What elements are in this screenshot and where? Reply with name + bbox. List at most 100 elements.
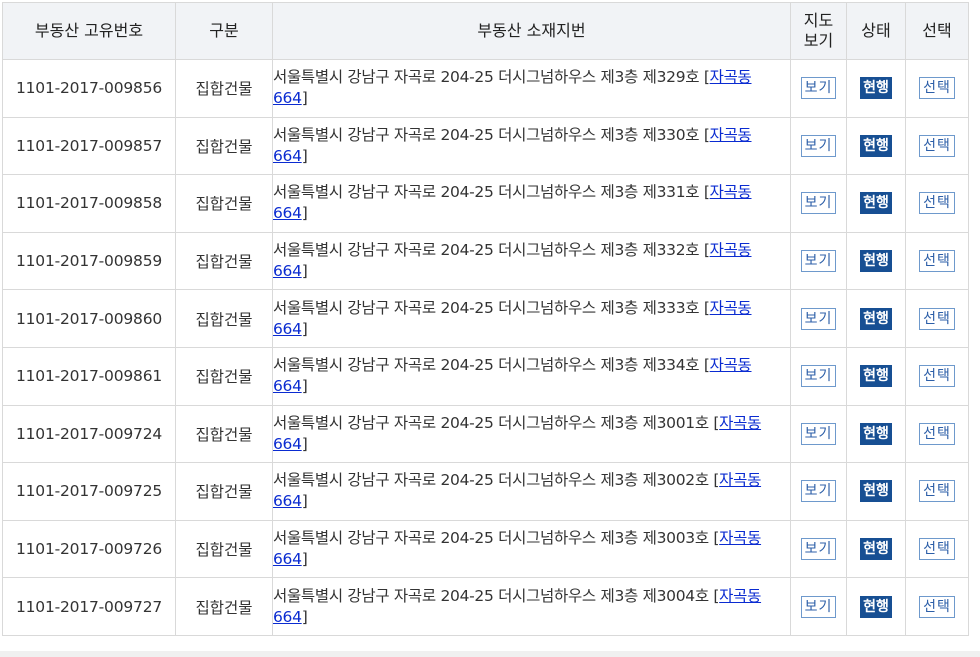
address-text: 서울특별시 강남구 자곡로 204-25 더시그넘하우스 제3층 제3003호 xyxy=(273,529,709,548)
header-kind: 구분 xyxy=(175,2,273,60)
map-view-cell: 보기 xyxy=(790,404,847,464)
map-view-cell: 보기 xyxy=(790,174,847,233)
select-button[interactable]: 선택 xyxy=(919,250,955,273)
select-cell: 선택 xyxy=(905,231,969,291)
map-view-button[interactable]: 보기 xyxy=(800,77,837,100)
status-badge: 현행 xyxy=(860,307,892,330)
jibun-link[interactable]: 664 xyxy=(273,262,302,280)
dong-link[interactable]: 자곡동 xyxy=(710,126,752,144)
select-button[interactable]: 선택 xyxy=(919,307,955,330)
header-select: 선택 xyxy=(905,2,969,60)
dong-link[interactable]: 자곡동 xyxy=(710,299,752,317)
map-view-button[interactable]: 보기 xyxy=(800,480,837,503)
jibun-link[interactable]: 664 xyxy=(273,435,302,453)
property-kind-cell: 집합건물 xyxy=(175,174,273,233)
dong-link[interactable]: 자곡동 xyxy=(710,68,752,86)
status-cell: 현행 xyxy=(846,462,906,521)
unique-number-cell: 1101-2017-009856 xyxy=(2,59,176,118)
status-badge: 현행 xyxy=(860,134,892,157)
unique-number-cell: 1101-2017-009859 xyxy=(2,231,176,291)
status-cell: 현행 xyxy=(846,577,906,636)
map-view-button[interactable]: 보기 xyxy=(800,595,837,618)
dong-link[interactable]: 자곡동 xyxy=(719,529,761,547)
status-cell: 현행 xyxy=(846,519,906,579)
table-row: 1101-2017-009726 집합건물 서울특별시 강남구 자곡로 204-… xyxy=(2,519,969,579)
address-text: 서울특별시 강남구 자곡로 204-25 더시그넘하우스 제3층 제3002호 xyxy=(273,471,709,490)
table-row: 1101-2017-009857 집합건물 서울특별시 강남구 자곡로 204-… xyxy=(2,116,969,176)
table-row: 1101-2017-009856 집합건물 서울특별시 강남구 자곡로 204-… xyxy=(2,59,969,118)
address-cell: 서울특별시 강남구 자곡로 204-25 더시그넘하우스 제3층 제331호 [… xyxy=(272,174,791,233)
status-badge: 현행 xyxy=(860,538,892,561)
property-kind-cell: 집합건물 xyxy=(175,462,273,521)
map-view-button[interactable]: 보기 xyxy=(800,422,837,445)
address-cell: 서울특별시 강남구 자곡로 204-25 더시그넘하우스 제3층 제3004호 … xyxy=(272,577,791,636)
jibun-link[interactable]: 664 xyxy=(273,320,302,338)
status-cell: 현행 xyxy=(846,59,906,118)
property-table: 부동산 고유번호 구분 부동산 소재지번 지도 보기 상태 선택 1101-20… xyxy=(2,2,969,636)
property-kind-cell: 집합건물 xyxy=(175,289,273,348)
map-view-cell: 보기 xyxy=(790,346,847,406)
table-row: 1101-2017-009725 집합건물 서울특별시 강남구 자곡로 204-… xyxy=(2,462,969,521)
jibun-link[interactable]: 664 xyxy=(273,608,302,626)
jibun-link[interactable]: 664 xyxy=(273,147,302,165)
map-view-button[interactable]: 보기 xyxy=(800,192,837,215)
unique-number-cell: 1101-2017-009726 xyxy=(2,519,176,579)
select-cell: 선택 xyxy=(905,116,969,176)
jibun-link[interactable]: 664 xyxy=(273,550,302,568)
map-view-button[interactable]: 보기 xyxy=(800,307,837,330)
header-map: 지도 보기 xyxy=(790,2,847,60)
address-cell: 서울특별시 강남구 자곡로 204-25 더시그넘하우스 제3층 제332호 [… xyxy=(272,231,791,291)
dong-link[interactable]: 자곡동 xyxy=(719,414,761,432)
status-cell: 현행 xyxy=(846,116,906,176)
status-cell: 현행 xyxy=(846,231,906,291)
jibun-link[interactable]: 664 xyxy=(273,89,302,107)
select-cell: 선택 xyxy=(905,289,969,348)
dong-link[interactable]: 자곡동 xyxy=(710,356,752,374)
table-row: 1101-2017-009859 집합건물 서울특별시 강남구 자곡로 204-… xyxy=(2,231,969,291)
map-view-button[interactable]: 보기 xyxy=(800,538,837,561)
header-map-line2: 보기 xyxy=(803,31,834,50)
map-view-cell: 보기 xyxy=(790,59,847,118)
bottom-bar xyxy=(0,651,980,657)
status-cell: 현행 xyxy=(846,289,906,348)
select-button[interactable]: 선택 xyxy=(919,480,955,503)
table-row: 1101-2017-009727 집합건물 서울특별시 강남구 자곡로 204-… xyxy=(2,577,969,636)
address-cell: 서울특별시 강남구 자곡로 204-25 더시그넘하우스 제3층 제329호 [… xyxy=(272,59,791,118)
status-cell: 현행 xyxy=(846,346,906,406)
jibun-link[interactable]: 664 xyxy=(273,492,302,510)
map-view-button[interactable]: 보기 xyxy=(800,134,837,157)
dong-link[interactable]: 자곡동 xyxy=(710,241,752,259)
map-view-button[interactable]: 보기 xyxy=(800,250,837,273)
select-cell: 선택 xyxy=(905,462,969,521)
status-cell: 현행 xyxy=(846,404,906,464)
jibun-link[interactable]: 664 xyxy=(273,377,302,395)
dong-link[interactable]: 자곡동 xyxy=(719,471,761,489)
address-cell: 서울특별시 강남구 자곡로 204-25 더시그넘하우스 제3층 제3002호 … xyxy=(272,462,791,521)
address-text: 서울특별시 강남구 자곡로 204-25 더시그넘하우스 제3층 제3004호 xyxy=(273,586,709,605)
select-cell: 선택 xyxy=(905,59,969,118)
header-map-line1: 지도 xyxy=(803,11,834,30)
map-view-button[interactable]: 보기 xyxy=(800,365,837,388)
select-button[interactable]: 선택 xyxy=(919,77,955,100)
address-text: 서울특별시 강남구 자곡로 204-25 더시그넘하우스 제3층 제3001호 xyxy=(273,413,709,432)
table-row: 1101-2017-009858 집합건물 서울특별시 강남구 자곡로 204-… xyxy=(2,174,969,233)
property-kind-cell: 집합건물 xyxy=(175,59,273,118)
dong-link[interactable]: 자곡동 xyxy=(719,587,761,605)
status-badge: 현행 xyxy=(860,192,892,215)
select-button[interactable]: 선택 xyxy=(919,134,955,157)
jibun-link[interactable]: 664 xyxy=(273,204,302,222)
select-button[interactable]: 선택 xyxy=(919,192,955,215)
property-kind-cell: 집합건물 xyxy=(175,116,273,176)
table-header-row: 부동산 고유번호 구분 부동산 소재지번 지도 보기 상태 선택 xyxy=(2,2,969,60)
map-view-cell: 보기 xyxy=(790,116,847,176)
unique-number-cell: 1101-2017-009860 xyxy=(2,289,176,348)
table-row: 1101-2017-009724 집합건물 서울특별시 강남구 자곡로 204-… xyxy=(2,404,969,464)
address-text: 서울특별시 강남구 자곡로 204-25 더시그넘하우스 제3층 제330호 xyxy=(273,125,700,144)
property-kind-cell: 집합건물 xyxy=(175,404,273,464)
select-button[interactable]: 선택 xyxy=(919,595,955,618)
dong-link[interactable]: 자곡동 xyxy=(710,183,752,201)
map-view-cell: 보기 xyxy=(790,577,847,636)
select-button[interactable]: 선택 xyxy=(919,422,955,445)
select-button[interactable]: 선택 xyxy=(919,365,955,388)
select-button[interactable]: 선택 xyxy=(919,538,955,561)
